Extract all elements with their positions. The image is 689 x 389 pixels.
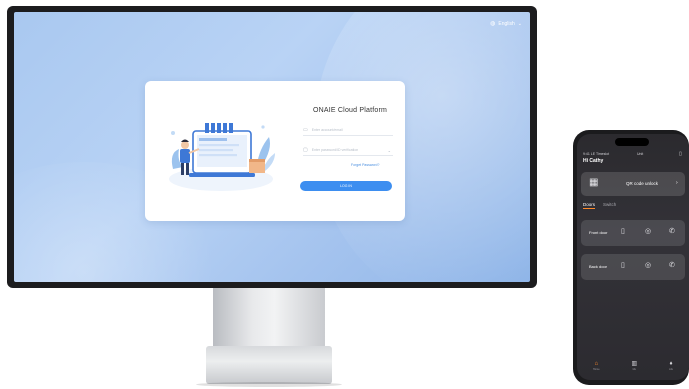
- home-icon: ⌂: [594, 361, 599, 367]
- chevron-down-icon: ⌄: [387, 147, 391, 153]
- tab-home[interactable]: ⌂ Home: [593, 361, 600, 371]
- message-icon[interactable]: ▯: [679, 151, 682, 157]
- tab-label: Me: [632, 368, 637, 371]
- phone-screen: 9:41 LE Timeslot Unit ▯ Hi Cathy ▦ QR co…: [577, 134, 689, 380]
- phone-call-icon[interactable]: ✆: [669, 262, 675, 269]
- user-icon: ▭: [303, 127, 308, 133]
- platform-title: ONAIE Cloud Platform: [313, 107, 388, 114]
- globe-icon: ◍: [490, 21, 496, 27]
- bottom-tab-bar: ⌂ Home ▥ Me ♦ Life: [577, 358, 689, 380]
- location-icon: ♦: [669, 361, 673, 367]
- monitor-base: [206, 346, 332, 384]
- camera-icon[interactable]: ◎: [645, 262, 651, 269]
- door-name: Back door: [589, 264, 608, 269]
- tab-doors[interactable]: Doors: [583, 202, 596, 209]
- forgot-password-link[interactable]: Forget Password?: [351, 163, 379, 167]
- username-field[interactable]: ▭ Enter account/email: [303, 125, 393, 136]
- base-shadow: [196, 382, 342, 387]
- phone: 9:41 LE Timeslot Unit ▯ Hi Cathy ▦ QR co…: [573, 130, 689, 385]
- login-button[interactable]: LOG IN: [300, 181, 392, 191]
- monitor-stand: [213, 288, 325, 350]
- greeting: Hi Cathy: [583, 158, 604, 164]
- door-tabs: Doors Switch: [583, 202, 616, 209]
- qr-code-icon: ▦: [589, 177, 599, 188]
- tab-label: Home: [592, 368, 600, 371]
- door-name: Front door: [589, 230, 608, 235]
- door-open-icon[interactable]: ▯: [621, 228, 625, 235]
- qr-unlock-card[interactable]: ▦ QR code unlock ›: [581, 172, 685, 196]
- monitor: ◍ English ⌄ ONAIE Cloud Platform ▭ Enter…: [7, 6, 537, 288]
- door-row[interactable]: Back door ▯ ◎ ✆: [581, 254, 685, 280]
- username-placeholder: Enter account/email: [311, 128, 343, 132]
- status-bar-right: Unit: [637, 152, 644, 156]
- lock-icon: ▢: [303, 147, 308, 153]
- qr-unlock-label: QR code unlock: [626, 181, 659, 186]
- door-open-icon[interactable]: ▯: [621, 262, 625, 269]
- password-placeholder: Enter password/ID verification: [311, 148, 359, 152]
- stage: ◍ English ⌄ ONAIE Cloud Platform ▭ Enter…: [0, 0, 689, 389]
- language-selector[interactable]: ◍ English ⌄: [490, 20, 522, 28]
- grid-icon: ▥: [631, 361, 638, 367]
- tab-me[interactable]: ▥ Me: [631, 361, 637, 371]
- status-bar-left: 9:41 LE Timeslot: [583, 152, 610, 156]
- login-illustration: [169, 123, 275, 191]
- login-card: ONAIE Cloud Platform ▭ Enter account/ema…: [145, 81, 405, 221]
- chevron-right-icon: ›: [676, 180, 678, 186]
- tab-label: Life: [669, 368, 674, 371]
- monitor-screen: ◍ English ⌄ ONAIE Cloud Platform ▭ Enter…: [14, 12, 530, 282]
- chevron-down-icon: ⌄: [517, 20, 522, 27]
- door-row[interactable]: Front door ▯ ◎ ✆: [581, 220, 685, 246]
- tab-switch[interactable]: Switch: [603, 202, 616, 209]
- phone-notch: [615, 138, 649, 146]
- tab-life[interactable]: ♦ Life: [669, 361, 673, 371]
- password-field[interactable]: ▢ Enter password/ID verification ⌄: [303, 145, 393, 156]
- phone-call-icon[interactable]: ✆: [669, 228, 675, 235]
- language-label: English: [498, 20, 515, 27]
- camera-icon[interactable]: ◎: [645, 228, 651, 235]
